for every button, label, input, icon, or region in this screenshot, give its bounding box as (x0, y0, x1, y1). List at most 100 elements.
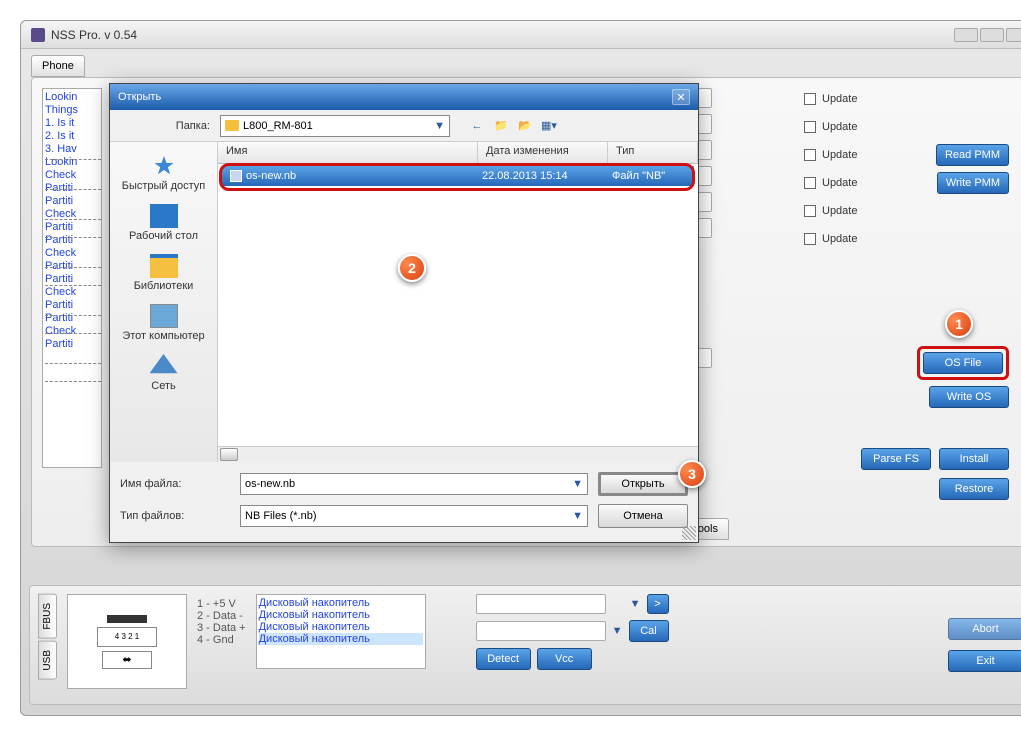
back-icon[interactable]: ← (468, 117, 486, 135)
place-quick-access[interactable]: Быстрый доступ (110, 148, 217, 198)
update-check-4[interactable] (804, 177, 816, 189)
dropdown-arrow-icon[interactable]: ▼ (630, 598, 641, 610)
places-bar: Быстрый доступ Рабочий стол Библиотеки Э… (110, 142, 218, 462)
disk-item[interactable]: Дисковый накопитель (259, 621, 423, 633)
nav-icons: ← 📁 📂 ▦▾ (468, 117, 558, 135)
dropdown-arrow-icon[interactable]: ▼ (434, 120, 445, 132)
log-line: 2. Is it (45, 130, 99, 143)
callout-2: 2 (398, 254, 426, 282)
open-btn-wrap: Открыть 3 (598, 472, 688, 496)
header-name[interactable]: Имя (218, 142, 478, 163)
update-check-6[interactable] (804, 233, 816, 245)
vcc-button[interactable]: Vcc (537, 648, 592, 670)
mini-field-1[interactable] (476, 594, 606, 614)
header-type[interactable]: Тип (608, 142, 698, 163)
update-check-5[interactable] (804, 205, 816, 217)
pin-line: 4 - Gnd (197, 634, 246, 646)
place-desktop[interactable]: Рабочий стол (110, 198, 217, 248)
restore-button[interactable]: Restore (939, 478, 1009, 500)
resize-grip[interactable] (682, 526, 696, 540)
divider (45, 189, 101, 190)
dialog-close-button[interactable]: ✕ (672, 89, 690, 105)
mini-field-2[interactable] (476, 621, 606, 641)
place-pc[interactable]: Этот компьютер (110, 298, 217, 348)
place-label: Рабочий стол (129, 230, 198, 242)
cancel-button[interactable]: Отмена (598, 504, 688, 528)
open-button[interactable]: Открыть (598, 472, 688, 496)
dropdown-arrow-icon[interactable]: ▼ (612, 625, 623, 637)
update-label: Update (822, 121, 857, 133)
header-date[interactable]: Дата изменения (478, 142, 608, 163)
filetype-input[interactable]: NB Files (*.nb) ▼ (240, 505, 588, 527)
bottom-strip: FBUS USB 4 3 2 1 ⬌ 1 - +5 V 2 - Data - 3… (29, 585, 1021, 705)
disk-item[interactable]: Дисковый накопитель (259, 597, 423, 609)
place-label: Быстрый доступ (122, 180, 206, 192)
update-check-3[interactable] (804, 149, 816, 161)
log-line: Partiti (45, 221, 99, 234)
place-libraries[interactable]: Библиотеки (110, 248, 217, 298)
up-icon[interactable]: 📁 (492, 117, 510, 135)
divider (45, 363, 101, 364)
folder-combo[interactable]: L800_RM-801 ▼ (220, 115, 450, 137)
write-os-button[interactable]: Write OS (929, 386, 1009, 408)
filetype-label: Тип файлов: (120, 510, 230, 522)
divider (45, 285, 101, 286)
window-buttons (954, 28, 1021, 42)
app-window: NSS Pro. v 0.54 Phone Lookin Things 1. I… (20, 20, 1021, 716)
view-icon[interactable]: ▦▾ (540, 117, 558, 135)
usb-pins-label: 4 3 2 1 (97, 627, 157, 647)
fbus-tab[interactable]: FBUS (38, 594, 57, 639)
disk-list[interactable]: Дисковый накопитель Дисковый накопитель … (256, 594, 426, 669)
update-check-1[interactable] (804, 93, 816, 105)
log-line: Check (45, 325, 99, 338)
dropdown-arrow-icon[interactable]: ▼ (572, 510, 583, 522)
maximize-button[interactable] (980, 28, 1004, 42)
usb-plug-icon: ⬌ (102, 651, 152, 669)
star-icon (150, 154, 178, 178)
usb-connector-icon (107, 615, 147, 623)
disk-item[interactable]: Дисковый накопитель (259, 609, 423, 621)
log-line: Lookin (45, 156, 99, 169)
disk-item-selected[interactable]: Дисковый накопитель (259, 633, 423, 645)
write-os-wrap: Write OS (929, 386, 1009, 408)
horizontal-scrollbar[interactable] (218, 446, 698, 462)
file-row-selected[interactable]: os-new.nb 22.08.2013 15:14 Файл "NB" (222, 166, 694, 186)
divider (45, 219, 101, 220)
filename-input[interactable]: os-new.nb ▼ (240, 473, 588, 495)
new-folder-icon[interactable]: 📂 (516, 117, 534, 135)
close-button[interactable] (1006, 28, 1021, 42)
update-check-2[interactable] (804, 121, 816, 133)
tab-phone[interactable]: Phone (31, 55, 85, 77)
install-button[interactable]: Install (939, 448, 1009, 470)
folder-label: Папка: (120, 120, 210, 132)
file-type: Файл "NB" (604, 170, 694, 182)
detect-button[interactable]: Detect (476, 648, 531, 670)
file-list[interactable]: os-new.nb 22.08.2013 15:14 Файл "NB" 2 (218, 164, 698, 446)
log-line: 1. Is it (45, 117, 99, 130)
usb-tab[interactable]: USB (38, 641, 57, 680)
abort-button[interactable]: Abort (948, 618, 1021, 640)
filename-label: Имя файла: (120, 478, 230, 490)
minimize-button[interactable] (954, 28, 978, 42)
dropdown-arrow-icon[interactable]: ▼ (572, 478, 583, 490)
os-file-button[interactable]: OS File (923, 352, 1003, 374)
file-headers: Имя Дата изменения Тип (218, 142, 698, 164)
desktop-icon (150, 204, 178, 228)
read-pmm-button[interactable]: Read PMM (936, 144, 1009, 166)
log-line: Partiti (45, 312, 99, 325)
log-line: Check (45, 286, 99, 299)
parse-fs-button[interactable]: Parse FS (861, 448, 931, 470)
exit-button[interactable]: Exit (948, 650, 1021, 672)
go-button[interactable]: > (647, 594, 669, 614)
java-icon (31, 28, 45, 42)
update-label: Update (822, 205, 857, 217)
log-line: Partiti (45, 299, 99, 312)
dialog-title: Открыть ✕ (110, 84, 698, 110)
pc-icon (150, 304, 178, 328)
window-title: NSS Pro. v 0.54 (51, 28, 137, 42)
log-line: Lookin (45, 91, 99, 104)
place-network[interactable]: Сеть (110, 348, 217, 398)
cal-button[interactable]: Cal (629, 620, 669, 642)
scroll-thumb[interactable] (220, 448, 238, 461)
write-pmm-button[interactable]: Write PMM (937, 172, 1009, 194)
